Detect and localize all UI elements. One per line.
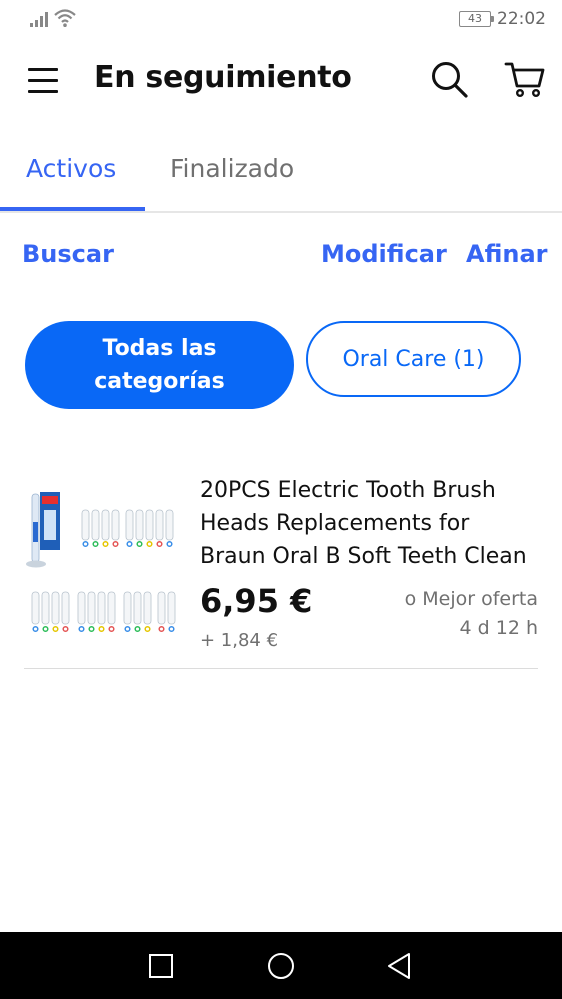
status-bar: 43 22:02 <box>0 0 562 38</box>
home-icon[interactable] <box>265 950 297 982</box>
buying-option: o Mejor oferta <box>404 588 538 610</box>
app-header: En seguimiento <box>0 38 562 126</box>
item-price: 6,95 € <box>200 582 313 620</box>
battery-icon: 43 <box>459 11 494 27</box>
menu-icon[interactable] <box>26 64 62 96</box>
signal-icon <box>30 12 48 27</box>
item-title: 20PCS Electric Tooth Brush Heads Replace… <box>200 478 527 569</box>
all-categories-chip[interactable]: Todas las categorías <box>25 321 294 409</box>
edit-link[interactable]: Modificar <box>321 240 447 268</box>
clock: 22:02 <box>497 9 546 29</box>
search-icon[interactable] <box>430 60 470 100</box>
refine-link[interactable]: Afinar <box>466 240 547 268</box>
shipping-cost: + 1,84 € <box>200 630 279 651</box>
wifi-icon <box>54 9 76 27</box>
search-link[interactable]: Buscar <box>22 240 114 268</box>
time-left: 4 d 12 h <box>459 617 539 639</box>
tab-bar: Activos Finalizado <box>0 126 562 213</box>
back-icon[interactable] <box>384 950 416 982</box>
page-title: En seguimiento <box>94 60 352 95</box>
cart-icon[interactable] <box>504 60 546 100</box>
list-item[interactable]: 20PCS Electric Tooth Brush Heads Replace… <box>24 470 538 669</box>
product-thumbnail <box>26 492 176 633</box>
oral-care-chip[interactable]: Oral Care (1) <box>306 321 521 397</box>
recent-apps-icon[interactable] <box>145 950 177 982</box>
system-nav-bar <box>0 932 562 999</box>
active-tab-indicator <box>0 207 145 211</box>
tab-activos[interactable]: Activos <box>26 154 116 183</box>
tab-finalizado[interactable]: Finalizado <box>170 154 294 183</box>
